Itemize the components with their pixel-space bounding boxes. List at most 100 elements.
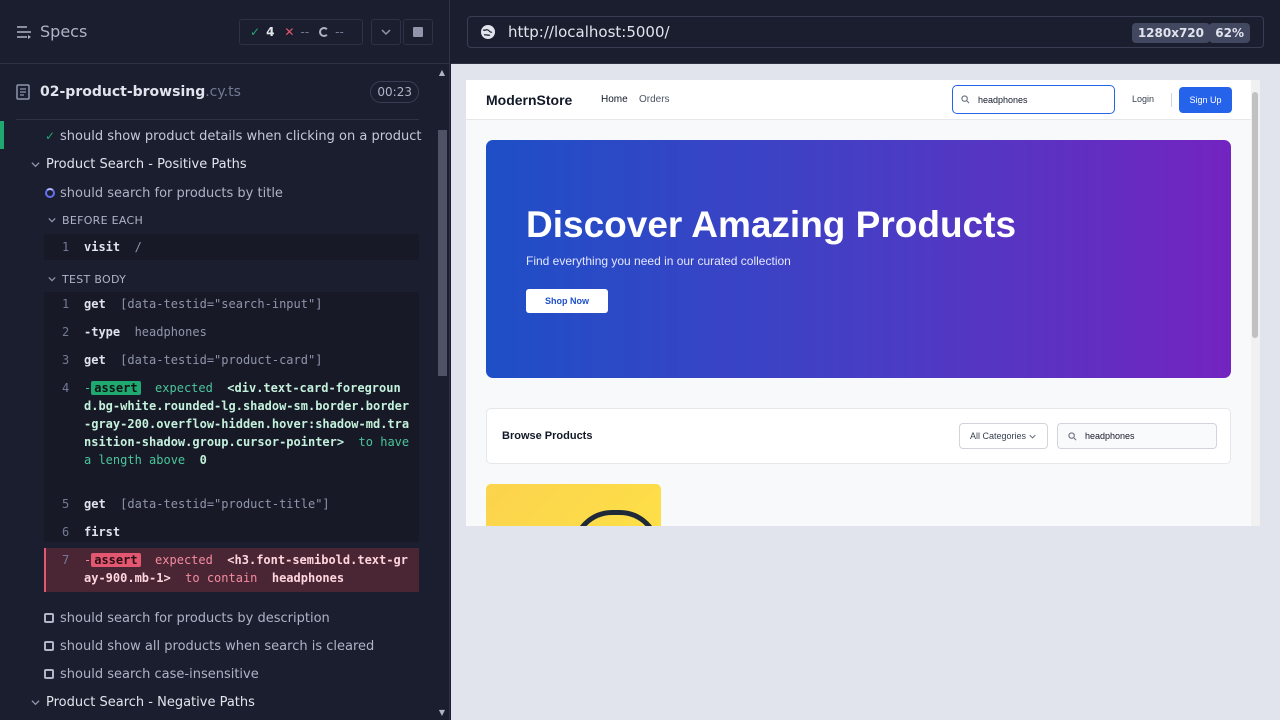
nav-home[interactable]: Home	[601, 94, 628, 105]
product-search-value: headphones	[1085, 431, 1135, 441]
hook-test-body[interactable]: TEST BODY	[0, 265, 430, 293]
browse-title: Browse Products	[502, 430, 593, 442]
command-arg: /	[134, 240, 142, 254]
reporter-panel: Specs ✓ 4 ✕ -- -- 02-product-browsing .c…	[0, 0, 450, 720]
command-number: 2	[62, 325, 70, 339]
assert-badge: assert	[91, 553, 141, 567]
command-arg: [data-testid="product-title"]	[120, 497, 330, 511]
failed-assert-command-row[interactable]: 7 - assert expected <h3.font-semibold.tex…	[44, 551, 419, 587]
command-arg: [data-testid="search-input"]	[120, 297, 323, 311]
search-input[interactable]: headphones	[952, 85, 1115, 114]
divider	[16, 119, 419, 120]
command-name: get	[84, 297, 106, 311]
nav-orders[interactable]: Orders	[639, 94, 670, 105]
hero-subtitle: Find everything you need in our curated …	[526, 254, 791, 268]
spec-duration: 00:23	[370, 81, 419, 103]
running-spinner-icon	[44, 187, 56, 199]
test-title: should search case-insensitive	[60, 666, 259, 682]
command-number: 6	[62, 525, 70, 539]
suite-title: Product Search - Negative Paths	[46, 694, 255, 710]
test-row-pending[interactable]: should search case-insensitive	[0, 660, 430, 688]
suite-row[interactable]: Product Search - Negative Paths	[0, 688, 430, 716]
command-name: get	[84, 497, 106, 511]
product-search-input[interactable]: headphones	[1057, 423, 1217, 449]
check-icon: ✓	[250, 25, 261, 39]
specs-list-icon	[17, 25, 31, 39]
signup-button[interactable]: Sign Up	[1179, 87, 1232, 113]
shop-now-button[interactable]: Shop Now	[526, 289, 608, 313]
command-row[interactable]: 1 get [data-testid="search-input"]	[44, 295, 419, 313]
test-row-pending[interactable]: should search for products by descriptio…	[0, 604, 430, 632]
chevron-down-icon	[29, 158, 41, 170]
specs-button[interactable]: Specs	[16, 22, 87, 41]
passed-count: 4	[266, 25, 275, 39]
chevron-down-icon	[29, 696, 41, 708]
viewport-size: 1280x720	[1131, 23, 1210, 43]
spec-name: 02-product-browsing	[40, 84, 206, 100]
test-title: should show product details when clickin…	[60, 128, 422, 144]
hook-title: BEFORE EACH	[62, 213, 144, 227]
reporter-scrollbar-thumb[interactable]	[438, 130, 447, 376]
pending-count: --	[335, 25, 344, 39]
command-row[interactable]: 5 get [data-testid="product-title"]	[44, 495, 419, 513]
command-number: 1	[62, 297, 70, 311]
command-row[interactable]: 1 visit /	[44, 238, 419, 256]
assert-badge: assert	[91, 381, 141, 395]
globe-icon	[481, 25, 495, 39]
scroll-down-icon[interactable]: ▼	[437, 708, 447, 717]
search-icon	[961, 95, 970, 104]
category-value: All Categories	[970, 431, 1027, 441]
document-icon	[16, 84, 30, 100]
command-row[interactable]: 3 get [data-testid="product-card"]	[44, 351, 419, 369]
command-number: 5	[62, 497, 70, 511]
url-text: http://localhost:5000/	[508, 23, 670, 41]
nav-separator	[1171, 93, 1172, 107]
test-title: should search for products by title	[60, 185, 283, 201]
command-number: 1	[62, 240, 70, 254]
assert-text: expected	[155, 381, 213, 395]
app-scrollbar-thumb[interactable]	[1252, 92, 1258, 338]
app-iframe: ModernStore Home Orders headphones Login…	[466, 80, 1260, 526]
assert-command-row[interactable]: 4 - assert expected <div.text-card-foregr…	[44, 379, 419, 469]
login-link[interactable]: Login	[1132, 94, 1154, 104]
chevron-down-button[interactable]	[371, 19, 401, 45]
scroll-up-icon[interactable]: ▲	[437, 68, 447, 77]
assert-value: headphones	[271, 571, 345, 585]
hook-title: TEST BODY	[62, 272, 127, 286]
command-number: 7	[62, 553, 70, 567]
command-row[interactable]: 2 -type headphones	[44, 323, 419, 341]
stop-icon	[413, 27, 423, 37]
hero-title: Discover Amazing Products	[526, 204, 1017, 245]
url-bar[interactable]: http://localhost:5000/ 1280x720 62%	[467, 16, 1264, 48]
command-row[interactable]: 6 first	[44, 523, 419, 541]
spec-file-row[interactable]: 02-product-browsing .cy.ts 00:23	[16, 78, 419, 106]
test-row-running[interactable]: should search for products by title	[0, 179, 430, 207]
command-name: first	[84, 525, 121, 539]
before-each-commands: 1 visit /	[44, 234, 419, 260]
headphones-image	[572, 510, 660, 526]
spec-extension: .cy.ts	[205, 84, 241, 100]
test-row-pending[interactable]: should show all products when search is …	[0, 632, 430, 660]
pending-box-icon	[44, 669, 54, 679]
failed-count: --	[300, 25, 310, 39]
browse-products-bar: Browse Products All Categories headphone…	[486, 408, 1231, 464]
specs-title: Specs	[40, 22, 88, 41]
command-arg: [data-testid="product-card"]	[120, 353, 323, 367]
assert-text: expected	[155, 553, 213, 567]
product-card[interactable]	[486, 484, 661, 526]
command-name: get	[84, 353, 106, 367]
pending-box-icon	[44, 641, 54, 651]
app-logo[interactable]: ModernStore	[486, 92, 572, 108]
chevron-down-icon	[381, 29, 391, 36]
category-select[interactable]: All Categories	[959, 423, 1048, 449]
search-icon	[1068, 431, 1077, 440]
stop-button[interactable]	[403, 19, 433, 45]
app-scrollbar[interactable]	[1251, 80, 1260, 526]
test-row[interactable]: ✓ should show product details when click…	[0, 122, 430, 150]
pending-stat: --	[319, 25, 344, 39]
suite-row[interactable]: Product Search - Positive Paths	[0, 150, 430, 178]
command-name: -type	[84, 325, 121, 339]
test-title: should search for products by descriptio…	[60, 610, 330, 626]
chevron-down-icon	[46, 273, 58, 285]
hook-before-each[interactable]: BEFORE EACH	[0, 206, 430, 234]
